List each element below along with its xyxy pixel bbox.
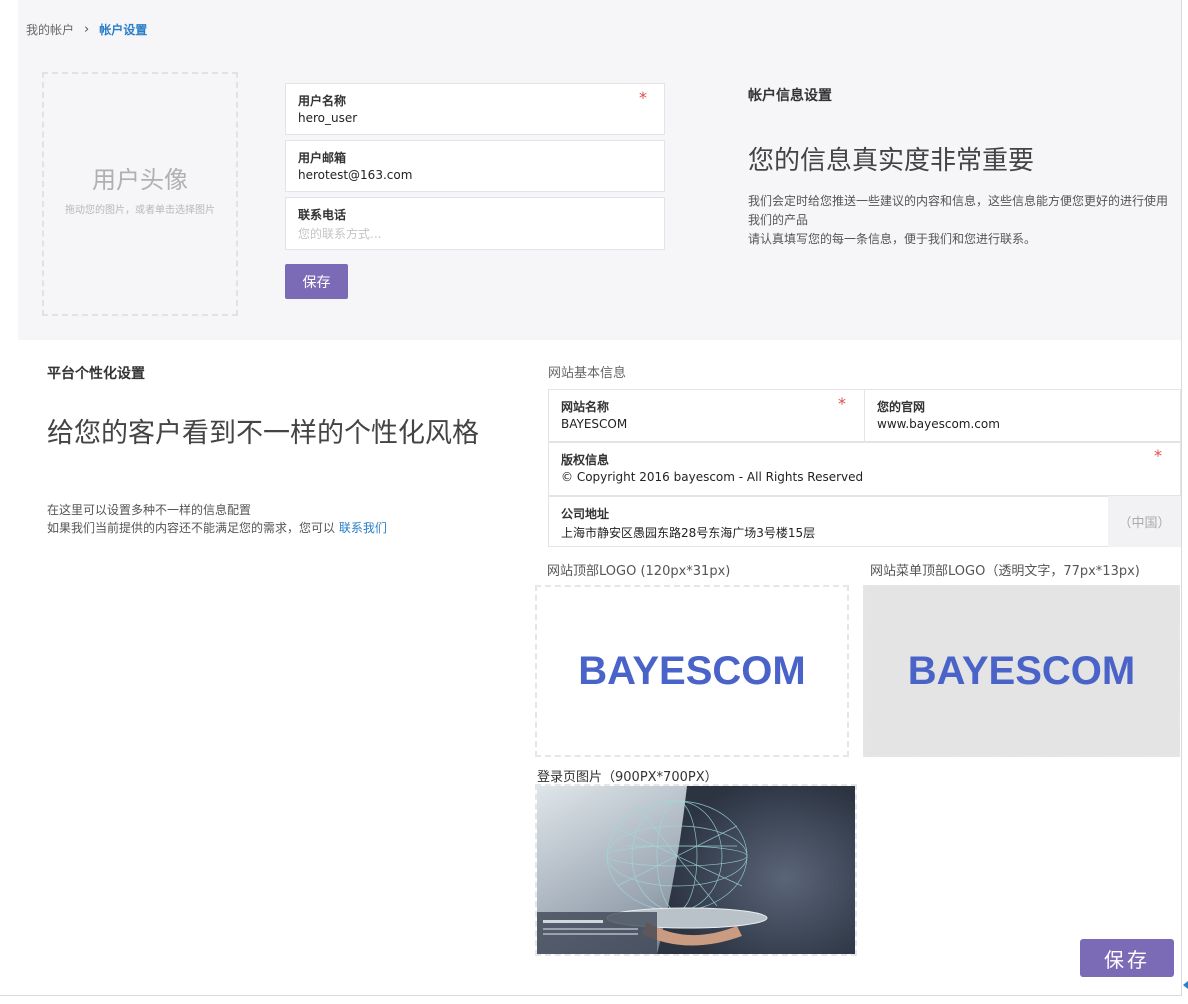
- top-logo-upload[interactable]: BAYESCOM: [535, 585, 849, 757]
- platform-desc-line2-wrap: 如果我们当前提供的内容还不能满足您的需求，您可以 联系我们: [47, 519, 387, 537]
- website-field[interactable]: 您的官网 www.bayescom.com: [864, 389, 1181, 442]
- site-info-title: 网站基本信息: [548, 366, 627, 381]
- breadcrumb: 我的帐户 › 帐户设置: [26, 21, 147, 38]
- address-country-tag: （中国）: [1108, 496, 1181, 547]
- email-field[interactable]: 用户邮箱 herotest@163.com: [285, 140, 665, 192]
- save-account-button[interactable]: 保存: [285, 264, 348, 299]
- phone-placeholder: 您的联系方式...: [298, 227, 382, 241]
- avatar-upload-dropzone[interactable]: 用户头像 拖动您的图片，或者单击选择图片: [42, 72, 238, 316]
- copyright-field[interactable]: 版权信息 © Copyright 2016 bayescom - All Rig…: [548, 442, 1181, 496]
- login-image-label: 登录页图片（900PX*700PX）: [537, 770, 718, 785]
- breadcrumb-separator-icon: ›: [84, 22, 90, 37]
- username-value: hero_user: [298, 111, 358, 125]
- menu-logo-image: BAYESCOM: [907, 648, 1136, 693]
- website-label: 您的官网: [877, 400, 926, 414]
- contact-us-link[interactable]: 联系我们: [339, 521, 387, 535]
- account-info-description: 我们会定时给您推送一些建议的内容和信息，这些信息能方便您更好的进行使用我们的产品…: [748, 192, 1178, 249]
- address-label: 公司地址: [561, 507, 610, 521]
- menu-logo-label: 网站菜单顶部LOGO（透明文字，77px*13px): [870, 564, 1140, 579]
- platform-description: 在这里可以设置多种不一样的信息配置 如果我们当前提供的内容还不能满足您的需求，您…: [47, 501, 387, 537]
- email-label: 用户邮箱: [298, 151, 347, 165]
- platform-desc-line2: 如果我们当前提供的内容还不能满足您的需求，您可以: [47, 521, 336, 535]
- website-value: www.bayescom.com: [877, 417, 1000, 431]
- site-name-value: BAYESCOM: [561, 417, 628, 431]
- scroll-left-arrow-icon[interactable]: [1183, 981, 1188, 989]
- copyright-label: 版权信息: [561, 453, 610, 467]
- breadcrumb-current: 帐户设置: [99, 23, 148, 37]
- platform-desc-line1: 在这里可以设置多种不一样的信息配置: [47, 503, 252, 517]
- login-image-upload[interactable]: [535, 784, 857, 956]
- account-info-headline: 您的信息真实度非常重要: [748, 146, 1035, 176]
- phone-field[interactable]: 联系电话 您的联系方式...: [285, 197, 665, 250]
- breadcrumb-root[interactable]: 我的帐户: [26, 21, 74, 38]
- username-required-mark: *: [639, 88, 647, 107]
- account-info-desc-line2: 请认真填写您的每一条信息，便于我们和您进行联系。: [748, 232, 1037, 246]
- site-name-label: 网站名称: [561, 400, 610, 414]
- avatar-title: 用户头像: [92, 166, 188, 194]
- copyright-value: © Copyright 2016 bayescom - All Rights R…: [561, 470, 864, 484]
- address-field[interactable]: 公司地址 上海市静安区愚园东路28号东海广场3号楼15层: [548, 496, 1109, 547]
- username-label: 用户名称: [298, 94, 347, 108]
- avatar-hint: 拖动您的图片，或者单击选择图片: [65, 205, 215, 216]
- platform-headline: 给您的客户看到不一样的个性化风格: [47, 418, 479, 449]
- top-logo-label: 网站顶部LOGO (120px*31px): [547, 564, 731, 579]
- phone-label: 联系电话: [298, 208, 347, 222]
- login-image-preview: [537, 786, 855, 954]
- site-name-required-mark: *: [838, 394, 846, 413]
- account-info-desc-line1: 我们会定时给您推送一些建议的内容和信息，这些信息能方便您更好的进行使用我们的产品: [748, 194, 1169, 227]
- address-value: 上海市静安区愚园东路28号东海广场3号楼15层: [561, 526, 816, 540]
- account-info-title: 帐户信息设置: [748, 88, 832, 104]
- email-value: herotest@163.com: [298, 168, 413, 182]
- top-logo-image: BAYESCOM: [578, 648, 806, 693]
- platform-title: 平台个性化设置: [47, 366, 145, 382]
- menu-logo-upload[interactable]: BAYESCOM: [863, 585, 1180, 757]
- save-button[interactable]: 保存: [1080, 939, 1174, 977]
- site-name-field[interactable]: 网站名称 BAYESCOM: [548, 389, 865, 442]
- copyright-required-mark: *: [1154, 446, 1162, 465]
- username-field[interactable]: 用户名称 hero_user: [285, 83, 665, 135]
